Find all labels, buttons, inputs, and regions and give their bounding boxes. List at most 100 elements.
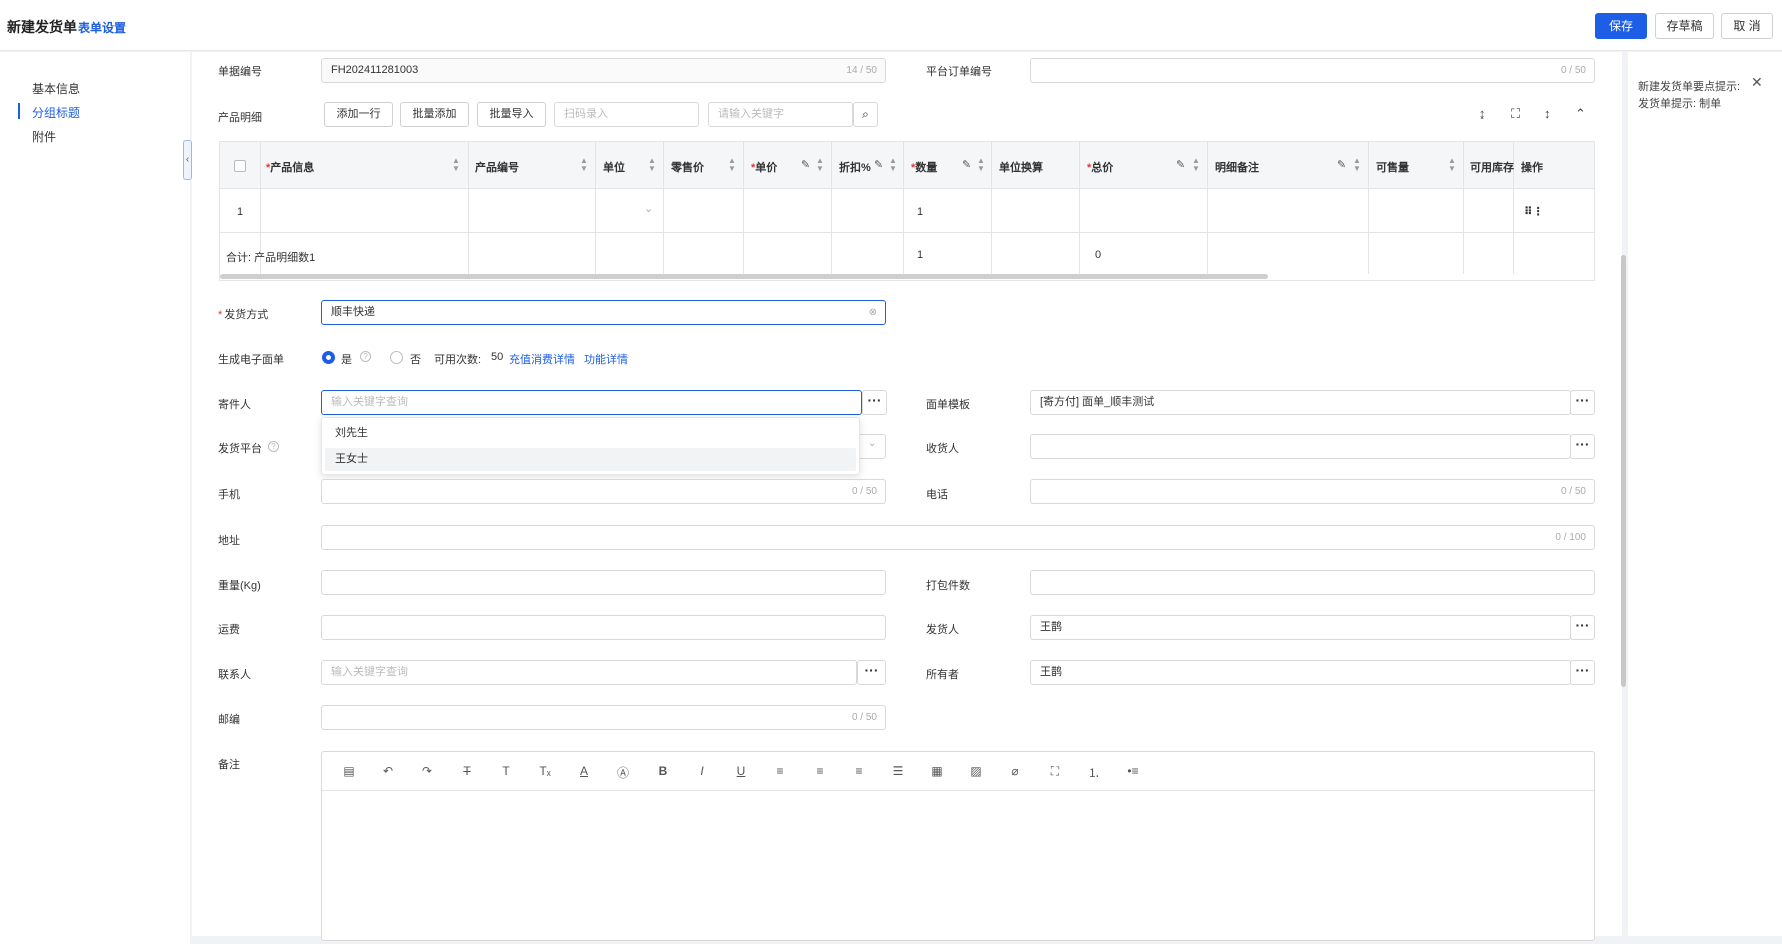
nav-item-basic-info[interactable]: 基本信息	[32, 80, 80, 97]
edit-icon[interactable]: ✎	[1176, 158, 1185, 171]
align-justify-icon[interactable]: ☰	[890, 764, 906, 778]
header-quantity[interactable]: *数量	[911, 159, 937, 175]
sender-more-button[interactable]: ···	[862, 390, 887, 415]
attachment-icon[interactable]: ⌀	[1007, 764, 1023, 778]
redo-icon[interactable]: ↷	[419, 764, 435, 778]
sort-icon[interactable]: ▲ ▼	[1353, 157, 1361, 173]
chevron-down-icon[interactable]: ⌄	[868, 438, 876, 449]
layout-icon[interactable]: ▤	[341, 764, 357, 778]
edit-icon[interactable]: ✎	[962, 158, 971, 171]
packages-input[interactable]	[1030, 570, 1595, 595]
save-draft-button[interactable]: 存草稿	[1655, 13, 1714, 39]
address-input[interactable]: 0 / 100	[321, 525, 1595, 550]
e-waybill-yes-radio[interactable]	[322, 351, 335, 364]
header-product-code[interactable]: 产品编号	[475, 159, 519, 175]
underline-icon[interactable]: U	[733, 764, 749, 778]
nav-item-group-title[interactable]: 分组标题	[32, 104, 80, 121]
sort-icon[interactable]: ▲ ▼	[977, 157, 985, 173]
align-left-icon[interactable]: ≡	[772, 764, 788, 778]
header-unit-price[interactable]: *单价	[751, 159, 777, 175]
strikethrough-icon[interactable]: T	[459, 764, 475, 778]
chevron-down-icon[interactable]: ⌄	[644, 202, 653, 215]
e-waybill-yes-label[interactable]: 是	[341, 351, 352, 367]
italic-icon[interactable]: I	[694, 764, 710, 778]
fullscreen-icon[interactable]: ⛶	[1511, 106, 1520, 122]
grid-horizontal-scrollbar[interactable]	[220, 274, 1268, 279]
sort-icon[interactable]: ▲ ▼	[580, 157, 588, 173]
select-all-checkbox[interactable]	[234, 160, 246, 172]
sender-input[interactable]: 输入关键字查询	[321, 390, 862, 415]
sort-icon[interactable]: ▲ ▼	[1448, 157, 1456, 173]
clear-format-icon[interactable]: Tₓ	[537, 764, 553, 778]
nav-item-attachment[interactable]: 附件	[32, 128, 56, 145]
clear-icon[interactable]: ⊗	[869, 301, 877, 324]
phone-input[interactable]: 0 / 50	[1030, 479, 1595, 504]
drag-handle-icon[interactable]: ⠿⋮	[1524, 205, 1544, 218]
header-unit[interactable]: 单位	[603, 159, 625, 175]
fullscreen-icon[interactable]: ⛶	[1047, 764, 1063, 779]
keyword-search-input[interactable]: 请输入关键字	[708, 102, 853, 127]
header-discount[interactable]: 折扣%	[839, 159, 871, 175]
shipper-input[interactable]: 王鹊	[1030, 615, 1571, 640]
sender-option[interactable]: 王女士	[325, 448, 856, 471]
weight-input[interactable]	[321, 570, 886, 595]
help-icon[interactable]: ?	[360, 351, 371, 362]
sort-icon[interactable]: ▲ ▼	[816, 157, 824, 173]
mobile-input[interactable]: 0 / 50	[321, 479, 886, 504]
page-scrollbar[interactable]	[1621, 255, 1626, 687]
chevron-up-icon[interactable]: ⌃	[1575, 106, 1586, 122]
header-product-info[interactable]: *产品信息	[266, 159, 314, 175]
collapse-nav-icon[interactable]: ‹	[183, 140, 192, 180]
recharge-detail-link[interactable]: 充值消费详情	[509, 351, 575, 367]
sort-icon[interactable]: ▲ ▼	[452, 157, 460, 173]
shipping-method-select[interactable]: 顺丰快递 ⊗	[321, 300, 886, 325]
bold-icon[interactable]: B	[655, 764, 671, 778]
waybill-template-more-button[interactable]: ···	[1570, 390, 1595, 415]
header-available-stock[interactable]: 可用库存	[1470, 159, 1514, 175]
sender-option[interactable]: 刘先生	[325, 422, 856, 445]
header-unit-conversion[interactable]: 单位换算	[999, 159, 1043, 175]
header-line-remark[interactable]: 明细备注	[1215, 159, 1259, 175]
sort-icon[interactable]: ▲ ▼	[889, 157, 897, 173]
form-settings-link[interactable]: 表单设置	[78, 19, 126, 36]
owner-more-button[interactable]: ···	[1570, 660, 1595, 685]
bullet-list-icon[interactable]: •≡	[1125, 764, 1141, 778]
edit-icon[interactable]: ✎	[801, 158, 810, 171]
save-button[interactable]: 保存	[1595, 13, 1647, 39]
row-quantity[interactable]: 1	[917, 206, 923, 218]
contact-input[interactable]: 输入关键字查询	[321, 660, 857, 685]
postcode-input[interactable]: 0 / 50	[321, 705, 886, 730]
header-sellable-qty[interactable]: 可售量	[1376, 159, 1409, 175]
add-row-button[interactable]: 添加一行	[324, 102, 393, 127]
align-center-icon[interactable]: ≡	[812, 764, 828, 778]
cancel-button[interactable]: 取 消	[1721, 13, 1773, 39]
table-row[interactable]	[220, 189, 1594, 233]
receiver-more-button[interactable]: ···	[1570, 434, 1595, 459]
header-total-price[interactable]: *总价	[1087, 159, 1113, 175]
header-retail-price[interactable]: 零售价	[671, 159, 704, 175]
font-color-icon[interactable]: A	[576, 764, 592, 778]
remark-editor[interactable]: ▤ ↶ ↷ T T Tₓ A Ⓐ B I U ≡ ≡ ≡ ☰ ▦ ▨ ⌀ ⛶ ⒈…	[321, 751, 1595, 941]
search-icon[interactable]: ⌕	[853, 102, 878, 127]
table-icon[interactable]: ▦	[929, 764, 945, 778]
help-icon[interactable]: ?	[268, 441, 279, 452]
expand-icon[interactable]: ↕	[1544, 106, 1551, 121]
waybill-template-input[interactable]: [寄方付] 面单_顺丰测试	[1030, 390, 1571, 415]
edit-icon[interactable]: ✎	[874, 158, 883, 171]
feature-detail-link[interactable]: 功能详情	[584, 351, 628, 367]
edit-icon[interactable]: ✎	[1337, 158, 1346, 171]
sort-icon[interactable]: ▲ ▼	[648, 157, 656, 173]
batch-add-button[interactable]: 批量添加	[400, 102, 469, 127]
receiver-input[interactable]	[1030, 434, 1571, 459]
row-height-icon[interactable]: ↨	[1479, 106, 1486, 121]
e-waybill-no-radio[interactable]	[390, 351, 403, 364]
background-color-icon[interactable]: Ⓐ	[615, 764, 631, 781]
font-size-icon[interactable]: T	[498, 764, 514, 778]
batch-import-button[interactable]: 批量导入	[477, 102, 546, 127]
undo-icon[interactable]: ↶	[380, 764, 396, 778]
freight-input[interactable]	[321, 615, 886, 640]
close-icon[interactable]: ✕	[1751, 74, 1763, 91]
align-right-icon[interactable]: ≡	[851, 764, 867, 778]
shipper-more-button[interactable]: ···	[1570, 615, 1595, 640]
platform-order-input[interactable]: 0 / 50	[1030, 58, 1595, 83]
